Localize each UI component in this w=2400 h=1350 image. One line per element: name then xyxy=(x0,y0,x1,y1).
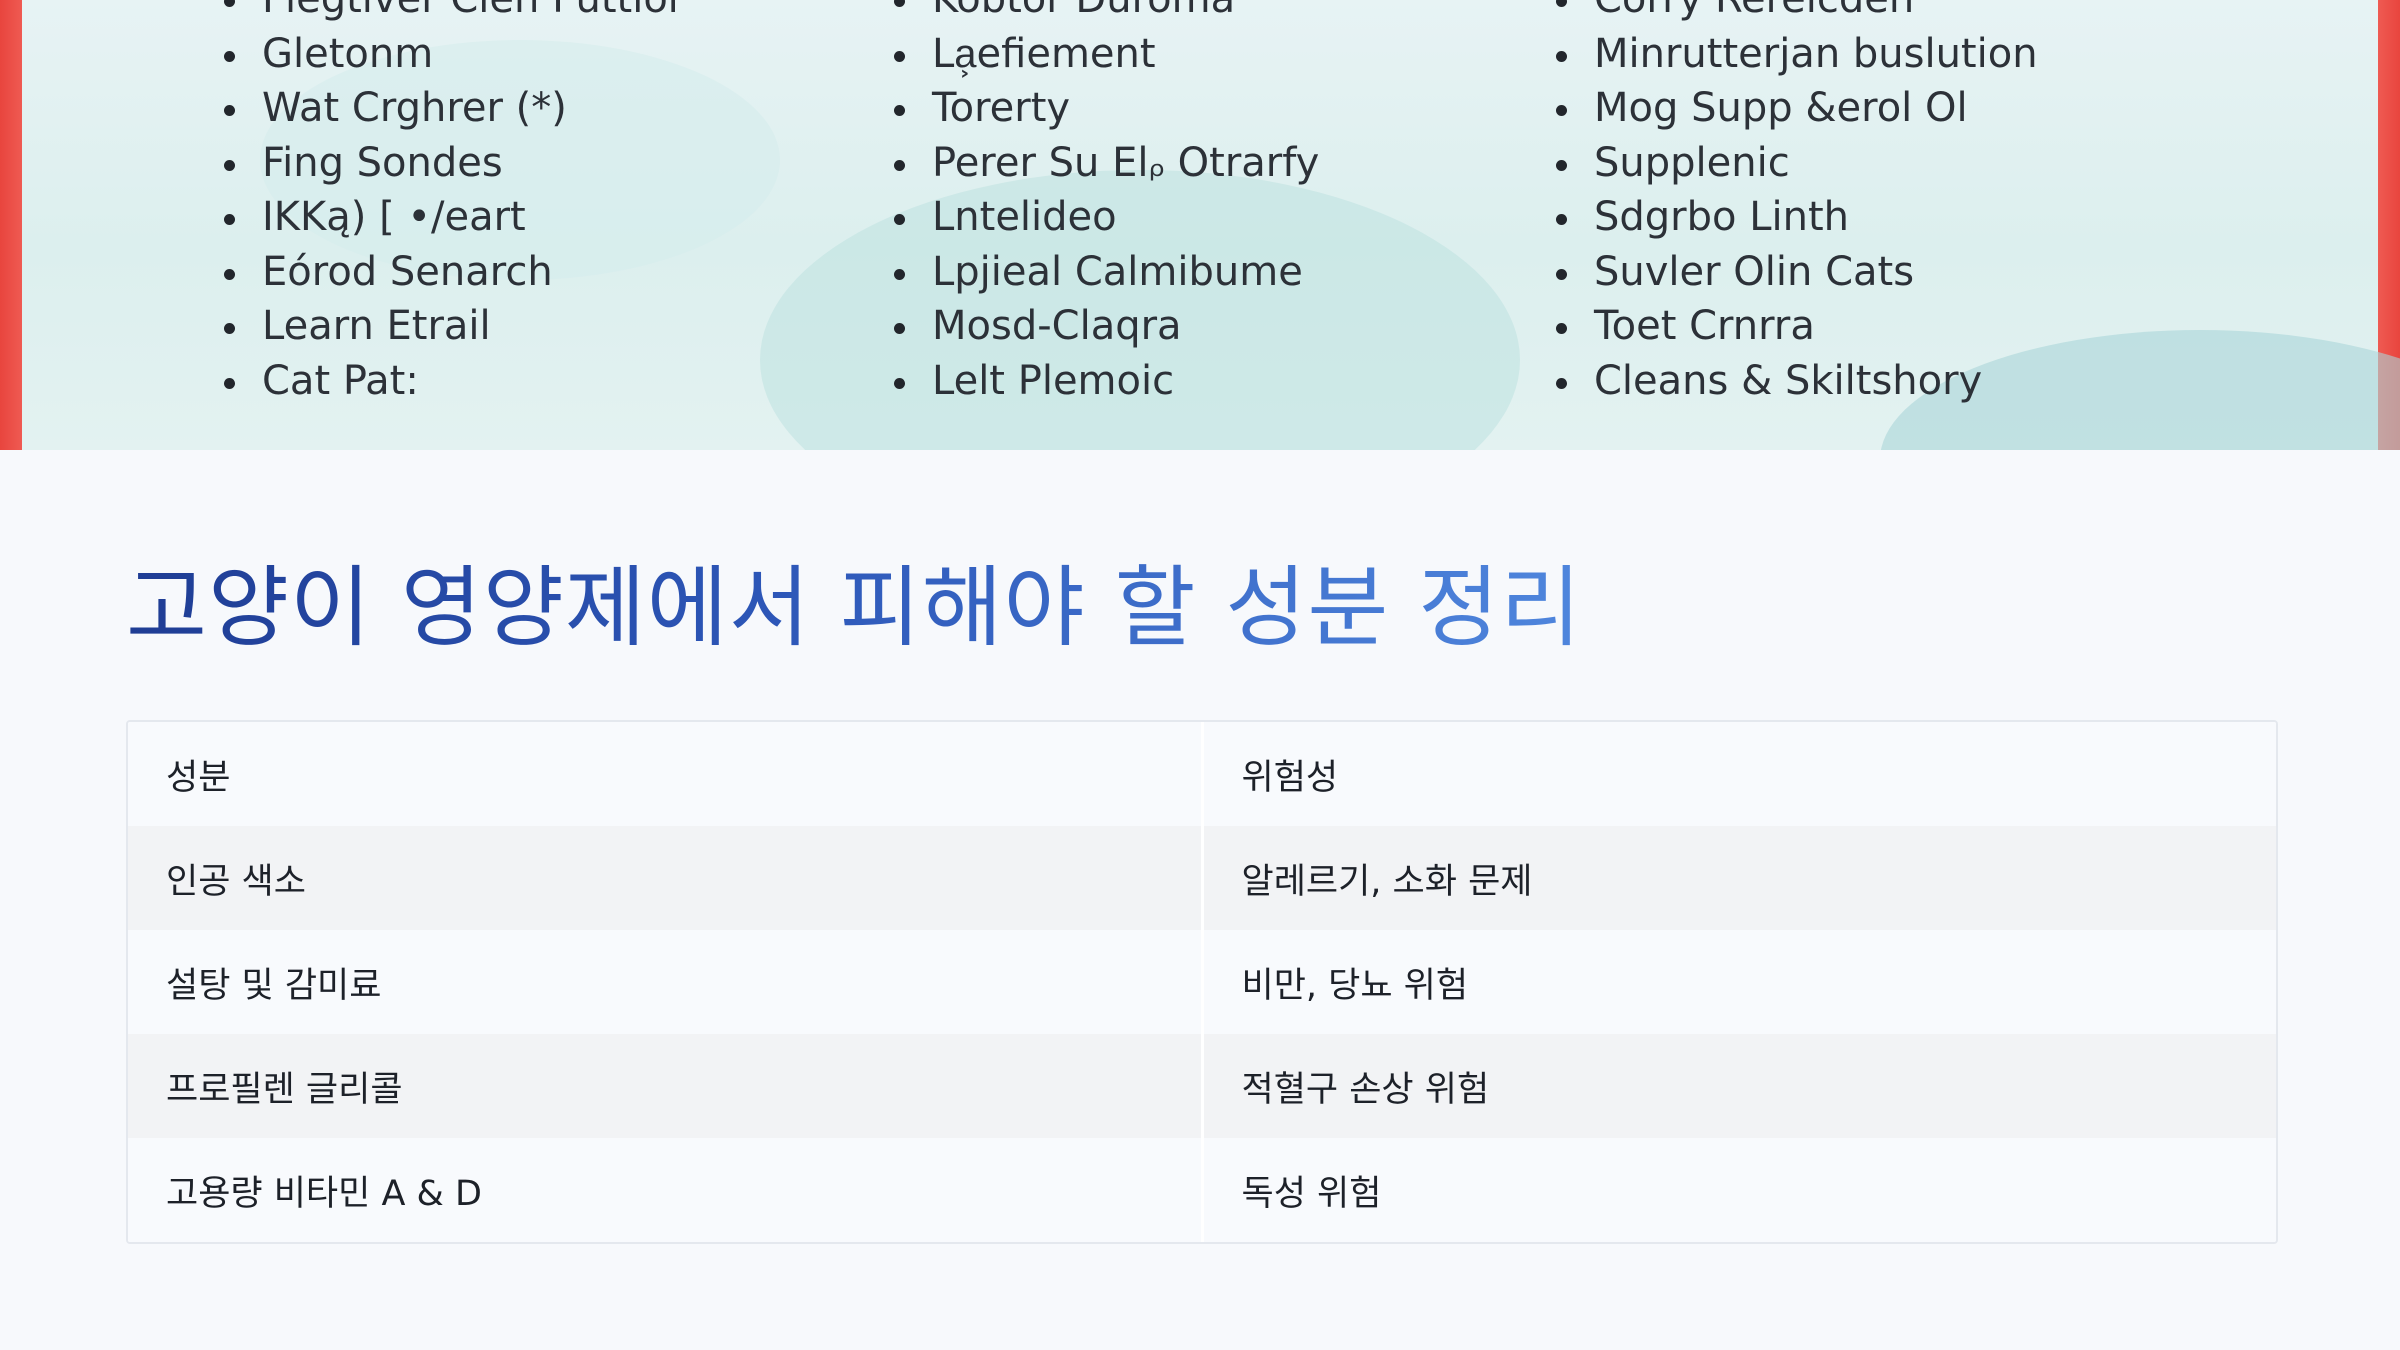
ingredient-cell: 프로필렌 글리콜 xyxy=(128,1034,1204,1138)
image-bullet-item: Lelt Plemoic xyxy=(890,354,1319,409)
image-bullet-item: Mosd-Claqra xyxy=(890,299,1319,354)
image-red-border-left xyxy=(0,0,22,450)
image-bullet-item: Cleans & Skiltshory xyxy=(1552,354,2038,409)
image-bullet-item: Sdgrbo Linth xyxy=(1552,190,2038,245)
ingredients-table-container: 성분 위험성 인공 색소 알레르기, 소화 문제 설탕 및 감미료 비만, 당뇨… xyxy=(126,720,2278,1244)
image-bullet-item: Toet Crnrra xyxy=(1552,299,2038,354)
image-bullet-item: Kobtor Duroma xyxy=(890,0,1319,27)
column-header-risk: 위험성 xyxy=(1241,757,1339,798)
image-bullet-item: Perer Su Elᵨ Otrarfy xyxy=(890,136,1319,191)
image-bullet-item: Wat Crghrer (*) xyxy=(220,81,684,136)
image-bullet-item: IKKą) [ •/eart xyxy=(220,190,684,245)
risk-cell: 비만, 당뇨 위험 xyxy=(1241,965,1469,1006)
supplement-label-image: Flegtiver Clen Puttlor Gletonm Wat Crghr… xyxy=(0,0,2400,450)
risk-cell: 독성 위험 xyxy=(1241,1173,1382,1214)
image-bullet-item: Minrutterjan buslution xyxy=(1552,27,2038,82)
image-bullet-item: Corry Rerelcden xyxy=(1552,0,2038,27)
image-bullet-item: Eórod Senarch xyxy=(220,245,684,300)
page-title: 고양이 영양제에서 피해야 할 성분 정리 xyxy=(126,548,1582,668)
table-row: 프로필렌 글리콜 적혈구 손상 위험 xyxy=(128,1034,2276,1138)
column-header-ingredient: 성분 xyxy=(128,722,1204,826)
image-bullet-item: Flegtiver Clen Puttlor xyxy=(220,0,684,27)
image-bullet-item: Learn Etrail xyxy=(220,299,684,354)
image-bullet-item: Suvler Olin Cats xyxy=(1552,245,2038,300)
image-bullet-item: Torerty xyxy=(890,81,1319,136)
image-bullet-list-1: Flegtiver Clen Puttlor Gletonm Wat Crghr… xyxy=(220,0,684,408)
table-row: 설탕 및 감미료 비만, 당뇨 위험 xyxy=(128,930,2276,1034)
image-bullet-item: Fing Sondes xyxy=(220,136,684,191)
image-bullet-item: Mog Supp &erol Ol xyxy=(1552,81,2038,136)
image-bullet-item: Supplenic xyxy=(1552,136,2038,191)
ingredient-cell: 설탕 및 감미료 xyxy=(128,930,1204,1034)
table-header-row: 성분 위험성 xyxy=(128,722,2276,826)
ingredients-table: 성분 위험성 인공 색소 알레르기, 소화 문제 설탕 및 감미료 비만, 당뇨… xyxy=(128,722,2276,1242)
image-bullet-item: Cat Pat: xyxy=(220,354,684,409)
table-row: 고용량 비타민 A & D 독성 위험 xyxy=(128,1138,2276,1242)
image-bullet-item: Lntelideo xyxy=(890,190,1319,245)
image-bullet-item: La͕efiement xyxy=(890,27,1319,82)
risk-cell: 적혈구 손상 위험 xyxy=(1241,1069,1490,1110)
ingredient-cell: 고용량 비타민 A & D xyxy=(128,1138,1204,1242)
image-bullet-list-3: Corry Rerelcden Minrutterjan buslution M… xyxy=(1552,0,2038,408)
image-bullet-item: Lpjieal Calmibume xyxy=(890,245,1319,300)
ingredient-cell: 인공 색소 xyxy=(128,826,1204,930)
risk-cell: 알레르기, 소화 문제 xyxy=(1241,861,1533,902)
table-row: 인공 색소 알레르기, 소화 문제 xyxy=(128,826,2276,930)
image-bullet-list-2: Kobtor Duroma La͕efiement Torerty Perer … xyxy=(890,0,1319,408)
image-bullet-item: Gletonm xyxy=(220,27,684,82)
